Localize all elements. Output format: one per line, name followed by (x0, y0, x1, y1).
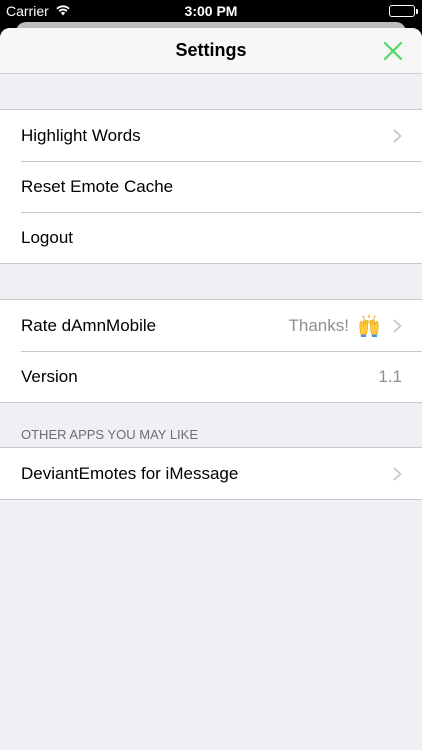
rate-app-label: Rate dAmnMobile (21, 315, 157, 335)
reset-emote-cache-row[interactable]: Reset Emote Cache (0, 161, 422, 212)
logout-label: Logout (21, 227, 73, 247)
version-label: Version (21, 366, 78, 386)
highlight-words-row[interactable]: Highlight Words (0, 110, 422, 161)
settings-group-account: Highlight Words Reset Emote Cache Logout (0, 109, 422, 264)
battery-icon (389, 5, 418, 17)
page-title: Settings (175, 40, 247, 60)
status-time: 3:00 PM (184, 3, 238, 19)
version-value: 1.1 (378, 366, 402, 386)
raising-hands-emoji-icon (359, 313, 379, 337)
chevron-right-icon (393, 129, 402, 142)
reset-emote-cache-label: Reset Emote Cache (21, 176, 174, 196)
highlight-words-label: Highlight Words (21, 125, 141, 145)
chevron-right-icon (393, 319, 402, 332)
close-button[interactable] (380, 38, 406, 64)
deviantemotes-label: DeviantEmotes for iMessage (21, 463, 239, 483)
rate-app-detail: Thanks! (288, 315, 349, 335)
navigation-bar: Settings (0, 28, 422, 74)
settings-group-about: Rate dAmnMobile Thanks! Version 1.1 (0, 299, 422, 403)
settings-sheet: Settings Highlight Words Reset Emote Cac… (0, 28, 422, 750)
other-apps-section-header: OTHER APPS YOU MAY LIKE (21, 427, 199, 442)
deviantemotes-row[interactable]: DeviantEmotes for iMessage (0, 448, 422, 499)
close-x-icon (383, 41, 403, 61)
logout-row[interactable]: Logout (0, 212, 422, 263)
rate-app-row[interactable]: Rate dAmnMobile Thanks! (0, 300, 422, 351)
version-row: Version 1.1 (0, 351, 422, 402)
status-bar: Carrier 3:00 PM (0, 0, 422, 22)
settings-group-other-apps: DeviantEmotes for iMessage (0, 447, 422, 500)
chevron-right-icon (393, 467, 402, 480)
